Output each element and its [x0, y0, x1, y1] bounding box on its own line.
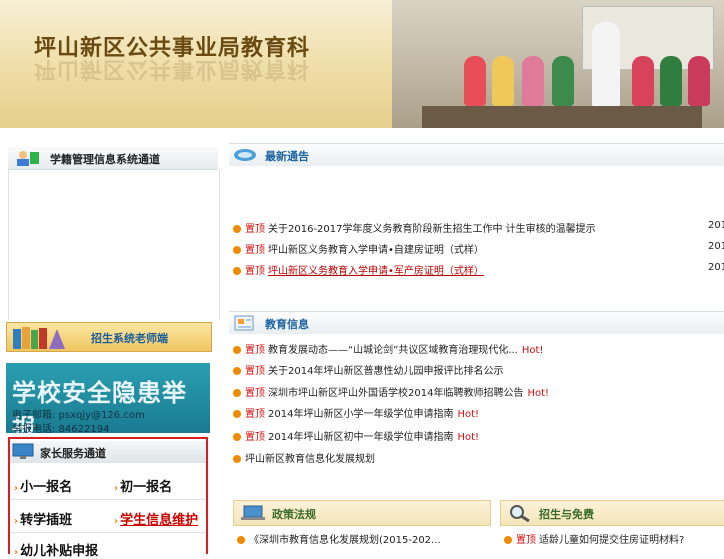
arrow-icon: › — [14, 547, 19, 558]
child-figure — [522, 56, 544, 106]
laptop-icon — [241, 505, 265, 520]
divider — [10, 499, 206, 500]
arrow-icon: › — [114, 483, 119, 494]
safety-email: 电子邮箱: psxqjy@126.com — [12, 410, 145, 421]
admission-title: 招生与免费 — [539, 508, 594, 521]
child-figure — [492, 56, 514, 106]
bullet-icon — [233, 455, 241, 463]
edu-item[interactable]: 置顶 2014年坪山新区小学一年级学位申请指南 Hot! — [233, 405, 479, 420]
teacher-portal-label: 招生系统老师端 — [91, 332, 168, 345]
bullet-icon — [233, 246, 241, 254]
link-grade1-signup[interactable]: › 小一报名 — [14, 476, 72, 495]
link-kindergarten-subsidy[interactable]: › 幼儿补贴申报 — [14, 540, 98, 559]
banner-photo — [392, 0, 724, 128]
parent-service-panel: 家长服务通道 › 小一报名 › 初一报名 › 转学插班 › 学生信息维护 › 幼儿补贴申报 — [8, 437, 208, 559]
link-junior1-signup[interactable]: › 初一报名 — [114, 476, 172, 495]
notice-item[interactable]: 置顶 坪山新区义务教育入学申请•军产房证明（式样） 201 — [233, 262, 724, 277]
edu-info-header: 教育信息 — [229, 311, 724, 334]
arrow-icon: › — [14, 483, 19, 494]
bullet-icon — [237, 536, 245, 544]
link-transfer[interactable]: › 转学插班 — [14, 509, 72, 528]
bullet-icon — [233, 389, 241, 397]
policy-item[interactable]: 《深圳市教育信息化发展规划(2015-202... — [237, 531, 441, 546]
notice-item[interactable]: 置顶 关于2016-2017学年度义务教育阶段新生招生工作中 计生审核的温馨提示 2… — [233, 220, 724, 235]
edu-item[interactable]: 置顶 深圳市坪山新区坪山外国语学校2014年临聘教师招聘公告 Hot! — [233, 384, 549, 399]
bullet-icon — [233, 367, 241, 375]
teacher-figure — [592, 22, 620, 108]
books-icon — [13, 327, 65, 349]
policy-title: 政策法规 — [272, 508, 316, 521]
edu-item[interactable]: 坪山新区教育信息化发展规划 — [233, 450, 375, 465]
magnifier-icon — [510, 505, 530, 522]
notice-item[interactable]: 置顶 坪山新区义务教育入学申请•自建房证明（式样） 201 — [233, 241, 724, 256]
student-system-body — [8, 170, 220, 320]
bullet-icon — [233, 346, 241, 354]
teacher-portal-button[interactable]: 招生系统老师端 — [6, 322, 212, 352]
policy-header: 政策法规 — [233, 500, 491, 526]
arrow-icon: › — [14, 516, 19, 527]
link-student-info[interactable]: › 学生信息维护 — [114, 509, 198, 528]
bullet-icon — [233, 433, 241, 441]
classroom-desk — [422, 106, 702, 128]
child-figure — [688, 56, 710, 106]
news-icon — [234, 315, 254, 331]
edu-item[interactable]: 置顶 关于2014年坪山新区普惠性幼儿园申报评比排名公示 — [233, 362, 507, 377]
bullet-icon — [233, 410, 241, 418]
child-figure — [632, 56, 654, 106]
child-figure — [464, 56, 486, 106]
notices-title: 最新通告 — [265, 150, 309, 163]
child-figure — [552, 56, 574, 106]
bullet-icon — [504, 536, 512, 544]
notices-header: 最新通告 — [229, 143, 724, 166]
child-figure — [660, 56, 682, 106]
safety-phone: 举报电话: 84622194 — [12, 424, 110, 435]
edu-item[interactable]: 置顶 教育发展动态——“山城论剑”共议区域教育治理现代化... Hot! — [233, 341, 543, 356]
parent-service-header: 家长服务通道 — [10, 441, 206, 463]
admission-item[interactable]: 置顶 适龄儿童如何提交住房证明材料? — [504, 531, 684, 546]
safety-report-banner[interactable]: 学校安全隐患举报 电子邮箱: psxqjy@126.com 举报电话: 8462… — [6, 363, 210, 442]
student-system-header[interactable]: 学籍管理信息系统通道 — [8, 147, 218, 170]
student-icon — [17, 151, 39, 166]
header-banner: 坪山新区公共事业局教育科 坪山新区公共事业局教育科 — [0, 0, 724, 128]
arrow-icon: › — [114, 516, 119, 527]
bullet-icon — [233, 225, 241, 233]
site-title-reflection: 坪山新区公共事业局教育科 — [34, 56, 311, 81]
megaphone-icon — [234, 149, 256, 161]
parent-service-title: 家长服务通道 — [40, 447, 106, 460]
divider — [10, 532, 206, 533]
edu-info-title: 教育信息 — [265, 318, 309, 331]
edu-item[interactable]: 置顶 2014年坪山新区初中一年级学位申请指南 Hot! — [233, 428, 479, 443]
bullet-icon — [233, 267, 241, 275]
student-system-title: 学籍管理信息系统通道 — [50, 153, 160, 166]
admission-header: 招生与免费 — [500, 500, 724, 526]
monitor-icon — [12, 443, 34, 459]
